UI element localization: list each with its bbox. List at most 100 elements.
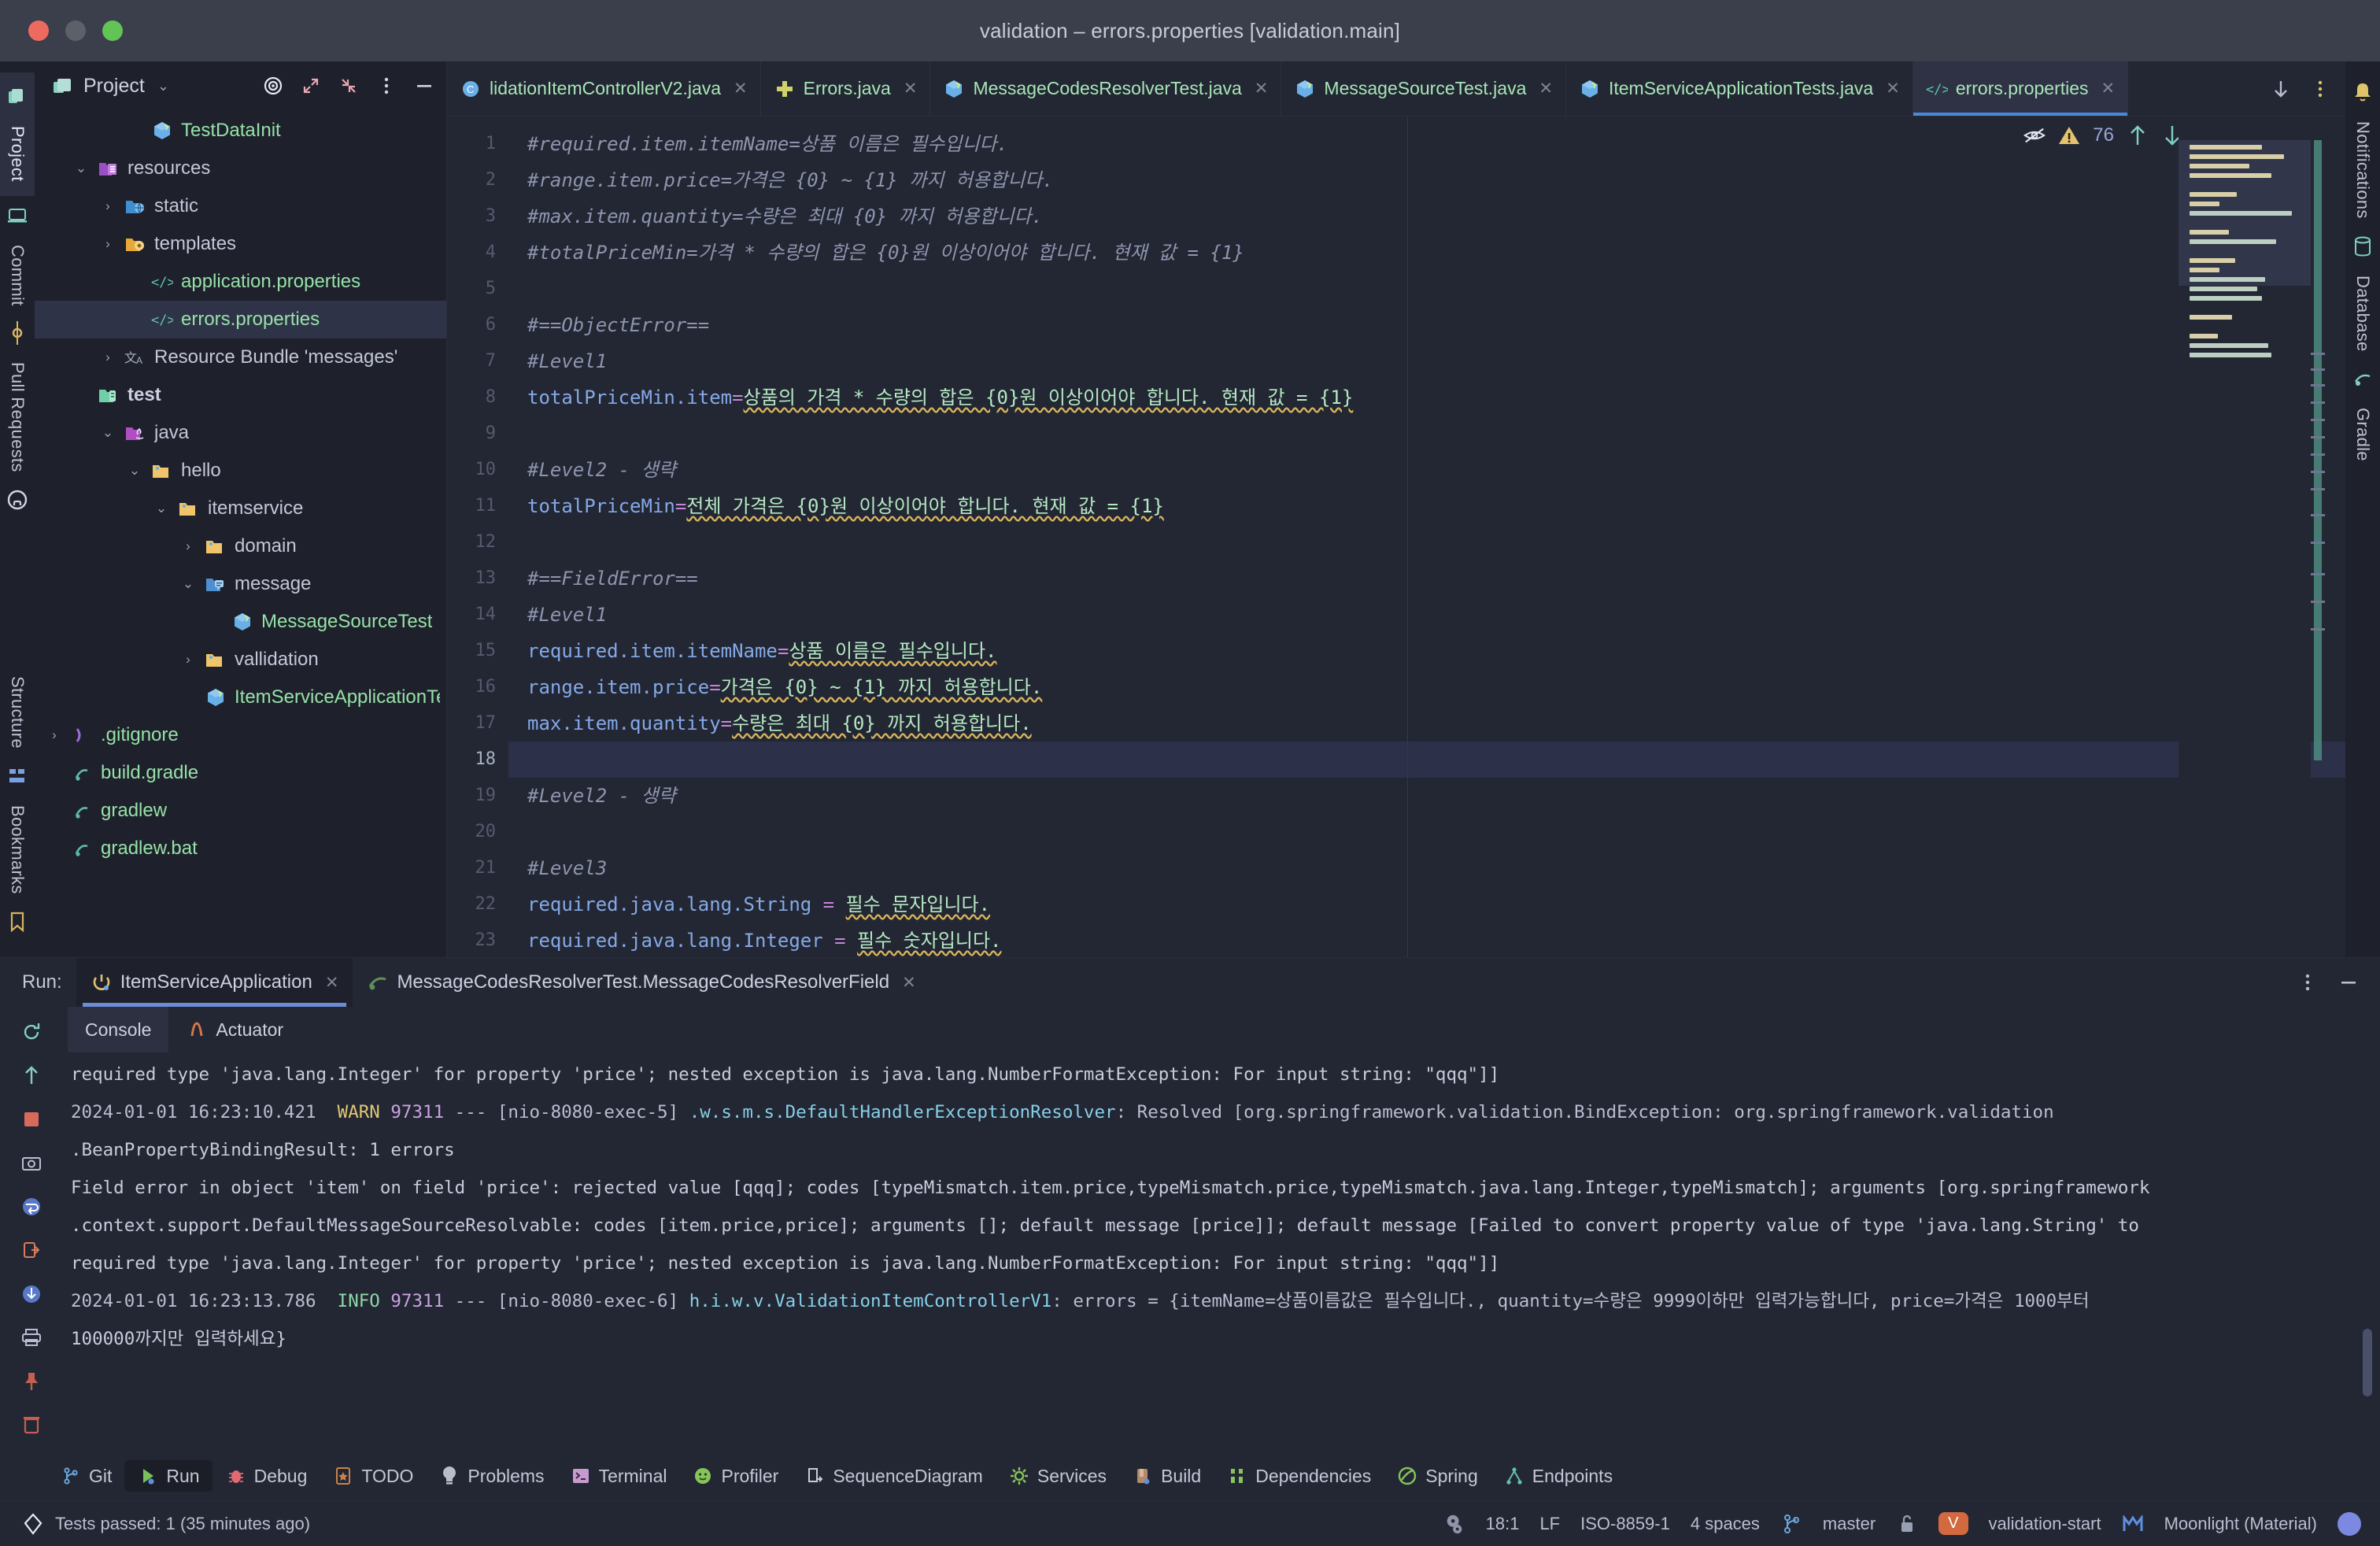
- bottom-tool-debug[interactable]: Debug: [213, 1460, 320, 1492]
- close-icon[interactable]: ✕: [1255, 79, 1269, 98]
- bottom-tool-run[interactable]: Run: [124, 1460, 213, 1492]
- code-line[interactable]: #Level2 - 생략: [508, 778, 2345, 814]
- code-line[interactable]: #max.item.quantity=수량은 최대 {0} 까지 허용합니다.: [508, 198, 2345, 235]
- git-branch-name[interactable]: master: [1823, 1514, 1876, 1534]
- tree-node[interactable]: gradlew: [35, 792, 446, 830]
- tree-node[interactable]: </> errors.properties: [35, 301, 446, 338]
- sidebar-item-notifications[interactable]: Notifications: [2352, 115, 2373, 227]
- project-badge[interactable]: V: [1938, 1512, 1968, 1535]
- chevron-right-icon[interactable]: ›: [99, 236, 116, 252]
- indent-setting[interactable]: 4 spaces: [1691, 1514, 1760, 1534]
- commit-laptop-icon[interactable]: [6, 204, 29, 227]
- console-scrollbar[interactable]: [2363, 1329, 2372, 1396]
- run-tab-itemservice[interactable]: ItemServiceApplication ✕: [76, 958, 353, 1007]
- chevron-down-icon[interactable]: ⌄: [72, 161, 90, 176]
- error-stripe[interactable]: [2311, 117, 2325, 957]
- tree-node[interactable]: test: [35, 376, 446, 414]
- code-line[interactable]: #totalPriceMin=가격 * 수량의 합은 {0}원 이상이어야 합니…: [508, 235, 2345, 271]
- editor-minimap[interactable]: [2179, 117, 2311, 957]
- bottom-tool-problems[interactable]: Problems: [426, 1460, 556, 1492]
- close-icon[interactable]: ✕: [1539, 79, 1553, 98]
- user-avatar[interactable]: [2338, 1511, 2361, 1536]
- soft-wrap-icon[interactable]: [14, 1189, 49, 1224]
- tree-node[interactable]: </> application.properties: [35, 263, 446, 301]
- arrow-up-icon[interactable]: [2127, 124, 2149, 146]
- code-line[interactable]: [508, 742, 2345, 778]
- run-tab-bar[interactable]: Run: ItemServiceApplication ✕ MessageCod…: [0, 958, 2380, 1007]
- editor-tab[interactable]: Errors.java ✕: [761, 61, 931, 116]
- code-line[interactable]: range.item.price=가격은 {0} ~ {1} 까지 허용합니다.: [508, 669, 2345, 705]
- target-icon[interactable]: [262, 75, 284, 97]
- code-line[interactable]: #Level1: [508, 597, 2345, 633]
- close-icon[interactable]: ✕: [2101, 79, 2116, 98]
- tree-node[interactable]: ItemServiceApplicationTes: [35, 679, 446, 716]
- scroll-end-icon[interactable]: [14, 1277, 49, 1311]
- stop-icon[interactable]: [14, 1102, 49, 1137]
- close-icon[interactable]: ✕: [904, 79, 918, 98]
- editor-tab-bar[interactable]: ClidationItemControllerV2.java ✕ Errors.ja…: [447, 61, 2345, 117]
- tree-node[interactable]: TestDataInit: [35, 112, 446, 150]
- tree-node[interactable]: gradlew.bat: [35, 830, 446, 867]
- chevron-right-icon[interactable]: ›: [46, 727, 63, 743]
- bottom-tool-sequencediagram[interactable]: SequenceDiagram: [791, 1460, 996, 1492]
- database-icon[interactable]: [2351, 235, 2374, 258]
- line-separator[interactable]: LF: [1539, 1514, 1560, 1534]
- console-side-toolbar[interactable]: [0, 1007, 63, 1452]
- code-line[interactable]: [508, 814, 2345, 850]
- tree-node[interactable]: ⌄ java: [35, 414, 446, 452]
- sidebar-item-structure[interactable]: Structure: [7, 670, 28, 756]
- zoom-window-button[interactable]: [102, 20, 123, 41]
- project-tree[interactable]: TestDataInit ⌄ resources › static › templates <…: [35, 110, 446, 957]
- github-icon[interactable]: [6, 488, 29, 512]
- code-line[interactable]: totalPriceMin.item=상품의 가격 * 수량의 합은 {0}원 …: [508, 379, 2345, 416]
- structure-icon[interactable]: [6, 764, 29, 788]
- file-encoding[interactable]: ISO-8859-1: [1580, 1514, 1670, 1534]
- print-icon[interactable]: [14, 1321, 49, 1356]
- code-line[interactable]: [508, 416, 2345, 452]
- editor-tab[interactable]: MessageCodesResolverTest.java ✕: [930, 61, 1282, 116]
- code-line[interactable]: #Level3: [508, 850, 2345, 886]
- tree-node[interactable]: › templates: [35, 225, 446, 263]
- code-line[interactable]: #==ObjectError==: [508, 307, 2345, 343]
- code-line[interactable]: #Level2 - 생략: [508, 452, 2345, 488]
- chevron-right-icon[interactable]: ›: [179, 652, 197, 668]
- chevron-down-icon[interactable]: ⌄: [99, 425, 116, 441]
- editor-tab[interactable]: ItemServiceApplicationTests.java ✕: [1566, 61, 1913, 116]
- pin-icon[interactable]: [14, 1364, 49, 1399]
- trash-icon[interactable]: [14, 1408, 49, 1443]
- more-options-icon[interactable]: [375, 75, 397, 97]
- code-line[interactable]: #range.item.price=가격은 {0} ~ {1} 까지 허용합니다…: [508, 162, 2345, 198]
- sidebar-item-bookmarks[interactable]: Bookmarks: [7, 799, 28, 902]
- bottom-tool-todo[interactable]: TODO: [320, 1460, 426, 1492]
- chevron-right-icon[interactable]: ›: [99, 198, 116, 214]
- expand-icon[interactable]: [300, 75, 322, 97]
- hide-panel-icon[interactable]: [413, 75, 435, 97]
- sidebar-item-database[interactable]: Database: [2352, 269, 2373, 360]
- close-icon[interactable]: ✕: [1886, 79, 1900, 98]
- arrow-up-icon[interactable]: [14, 1059, 49, 1093]
- export-icon[interactable]: [14, 1233, 49, 1268]
- tree-node[interactable]: MessageSourceTest: [35, 603, 446, 641]
- close-icon[interactable]: ✕: [734, 79, 748, 98]
- bottom-tool-strip[interactable]: Git Run Debug TODO Problems Terminal Profiler S…: [0, 1452, 2380, 1500]
- editor-tab[interactable]: </> errors.properties ✕: [1913, 61, 2129, 116]
- bottom-tool-profiler[interactable]: Profiler: [679, 1460, 791, 1492]
- bell-icon[interactable]: [2351, 80, 2374, 104]
- tree-node[interactable]: › static: [35, 187, 446, 225]
- close-window-button[interactable]: [28, 20, 49, 41]
- tree-node[interactable]: build.gradle: [35, 754, 446, 792]
- sidebar-item-pull-requests[interactable]: Pull Requests: [7, 356, 28, 480]
- inspection-widget-icon[interactable]: [1443, 1513, 1465, 1535]
- close-icon[interactable]: ✕: [902, 973, 916, 993]
- rail-project-group[interactable]: Project: [0, 72, 35, 196]
- code-line[interactable]: required.java.lang.Integer = 필수 숫자입니다.: [508, 923, 2345, 957]
- sidebar-item-project[interactable]: Project: [7, 120, 28, 190]
- tree-node[interactable]: ⌄ itemservice: [35, 490, 446, 527]
- tree-node[interactable]: ⌄ message: [35, 565, 446, 603]
- sidebar-item-gradle[interactable]: Gradle: [2352, 401, 2373, 469]
- bottom-tool-terminal[interactable]: Terminal: [557, 1460, 680, 1492]
- gradle-icon[interactable]: [2351, 367, 2374, 390]
- caret-position[interactable]: 18:1: [1486, 1514, 1520, 1534]
- chevron-down-icon[interactable]: ⌄: [179, 576, 197, 592]
- chevron-right-icon[interactable]: ›: [179, 538, 197, 554]
